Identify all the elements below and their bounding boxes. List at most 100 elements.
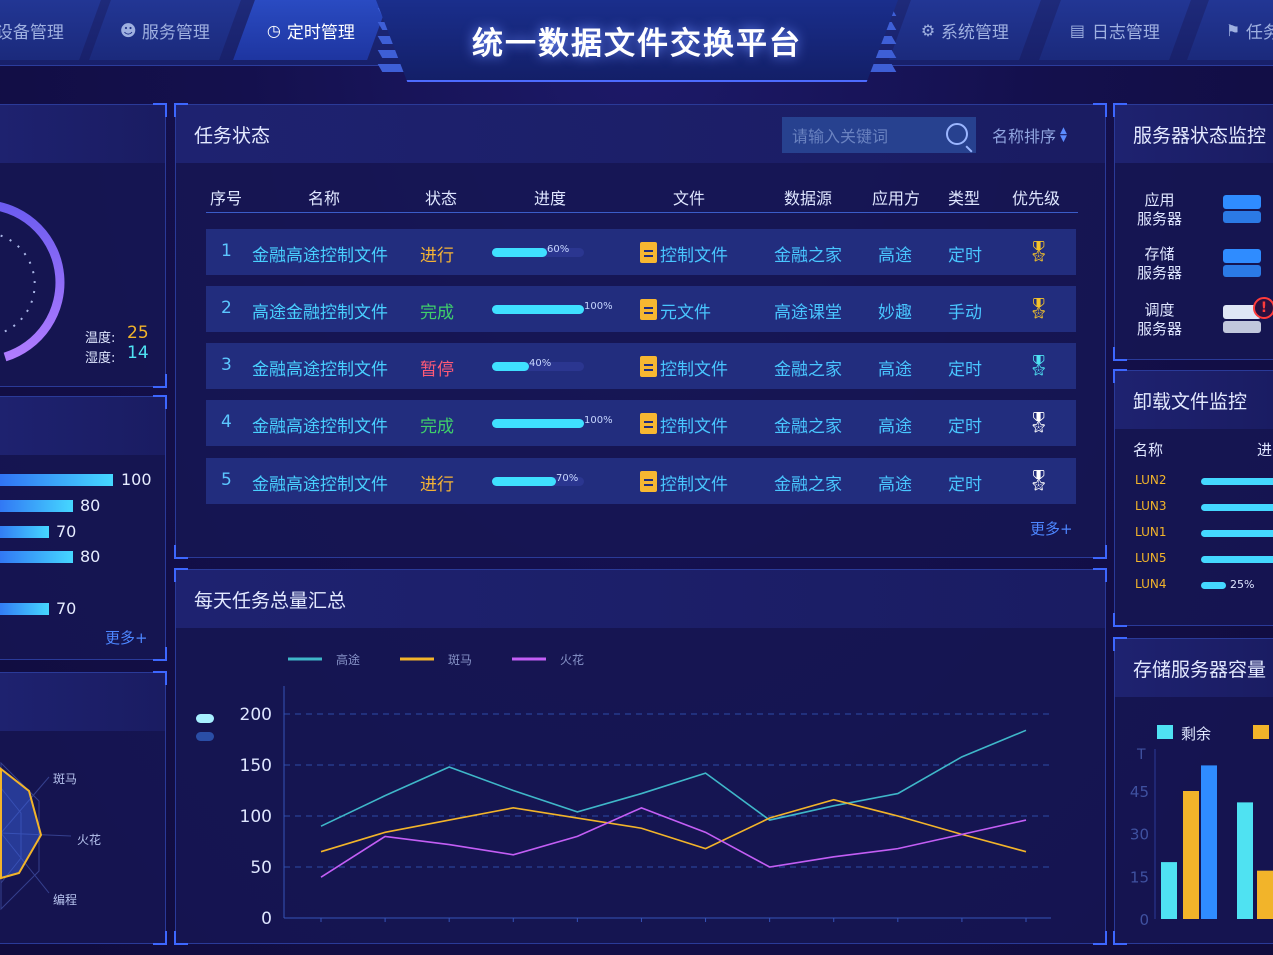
tab-service-label: 服务管理 bbox=[142, 22, 211, 43]
sort-label: 名称排序 bbox=[992, 127, 1057, 146]
legend-label-1[interactable]: 斑马 bbox=[448, 653, 472, 667]
col-app: 应用方 bbox=[872, 189, 921, 208]
search-icon[interactable] bbox=[946, 123, 968, 145]
lun-name: LUN5 bbox=[1135, 551, 1167, 565]
row-source: 金融之家 bbox=[774, 417, 842, 437]
row-app: 高途 bbox=[878, 475, 912, 495]
lun-name: LUN4 bbox=[1135, 577, 1167, 591]
sort-arrows-icon: ▲ ▼ bbox=[1060, 126, 1067, 144]
task-more-link[interactable]: 更多+ bbox=[1030, 518, 1073, 539]
server-icon[interactable] bbox=[1223, 195, 1261, 225]
sort-by-name-button[interactable]: 名称排序 ▲ ▼ bbox=[992, 123, 1067, 147]
row-name[interactable]: 金融高途控制文件 bbox=[252, 470, 388, 495]
row-app: 高途 bbox=[878, 417, 912, 437]
row-app: 高途 bbox=[878, 360, 912, 380]
legend-label-0[interactable]: 高途 bbox=[336, 652, 360, 667]
unload-monitor-title: 卸载文件监控 bbox=[1133, 390, 1248, 413]
storage-capacity-title: 存储服务器容量 bbox=[1133, 658, 1267, 681]
daily-total-title: 每天任务总量汇总 bbox=[194, 589, 347, 612]
row-type: 定时 bbox=[948, 475, 982, 495]
row-app: 高途 bbox=[878, 246, 912, 266]
tab-schedule[interactable]: ◷ 定时管理 bbox=[233, 0, 389, 60]
hbar-4-value: 80 bbox=[80, 547, 101, 566]
legend-used-swatch bbox=[1253, 725, 1269, 739]
row-status: 暂停 bbox=[420, 360, 454, 380]
task-status-title: 任务状态 bbox=[194, 124, 271, 147]
alert-icon: ! bbox=[1253, 297, 1273, 319]
table-row[interactable]: 5 金融高途控制文件 进行 70% 控制文件 金融之家 高途 定时 🎖 bbox=[206, 458, 1076, 504]
search-placeholder: 请输入关键词 bbox=[792, 127, 889, 146]
tab-log-label: 日志管理 bbox=[1091, 22, 1160, 43]
row-progress-bar bbox=[492, 305, 584, 314]
row-name[interactable]: 金融高途控制文件 bbox=[252, 241, 388, 266]
row-index: 1 bbox=[221, 241, 232, 261]
storage-bar bbox=[1161, 862, 1177, 919]
priority-medal-icon: 🎖 bbox=[1026, 239, 1052, 263]
table-row[interactable]: 2 高途金融控制文件 完成 100% 元文件 高途课堂 妙趣 手动 🎖 bbox=[206, 286, 1076, 332]
radar-panel-header bbox=[0, 673, 165, 731]
legend-label-2[interactable]: 火花 bbox=[560, 652, 584, 667]
row-name[interactable]: 金融高途控制文件 bbox=[252, 412, 388, 437]
server-status-panel: 服务器状态监控 应用 服务器 存储 服务器 调度 服务器! bbox=[1113, 103, 1273, 361]
file-icon bbox=[640, 471, 657, 492]
row-index: 4 bbox=[221, 412, 232, 432]
server-icon[interactable] bbox=[1223, 249, 1261, 279]
storage-bar bbox=[1183, 791, 1199, 919]
row-progress-label: 40% bbox=[529, 358, 552, 369]
col-name: 名称 bbox=[308, 189, 341, 208]
tab-system[interactable]: ⚙ 系统管理 bbox=[889, 0, 1041, 60]
y-tick-label: 15 bbox=[1130, 868, 1149, 886]
search-input[interactable]: 请输入关键词 bbox=[782, 117, 976, 153]
unload-monitor-header: 卸载文件监控 bbox=[1115, 371, 1273, 429]
lun-progress-bar bbox=[1201, 478, 1273, 485]
row-progress-label: 70% bbox=[556, 473, 579, 484]
row-name[interactable]: 高途金融控制文件 bbox=[252, 298, 388, 323]
table-row[interactable]: 1 金融高途控制文件 进行 60% 控制文件 金融之家 高途 定时 🎖 bbox=[206, 229, 1076, 275]
storage-capacity-header: 存储服务器容量 bbox=[1115, 639, 1273, 697]
task-table-header: 序号 名称 状态 进度 文件 数据源 应用方 类型 优先级 bbox=[206, 181, 1078, 213]
y-tick-label: 100 bbox=[240, 807, 272, 827]
hbar-2-value: 80 bbox=[80, 496, 101, 515]
row-file[interactable]: 控制文件 bbox=[660, 412, 728, 437]
row-name[interactable]: 金融高途控制文件 bbox=[252, 355, 388, 380]
server-status-header: 服务器状态监控 bbox=[1115, 105, 1273, 163]
lun-name: LUN3 bbox=[1135, 499, 1167, 513]
row-file[interactable]: 控制文件 bbox=[660, 470, 728, 495]
hbar-1 bbox=[0, 474, 113, 486]
left-bars-more-link[interactable]: 更多+ bbox=[105, 627, 148, 648]
hbar-3-value: 70 bbox=[56, 522, 77, 541]
lun-progress-bar bbox=[1201, 530, 1273, 537]
priority-medal-icon: 🎖 bbox=[1026, 468, 1052, 492]
col-index: 序号 bbox=[210, 189, 243, 208]
lun-progress-bar bbox=[1201, 504, 1273, 511]
task-status-panel: 任务状态 请输入关键词 名称排序 ▲ ▼ 序号 名称 状态 进度 文件 数据源 应… bbox=[174, 103, 1107, 559]
gear-icon: ⚙ bbox=[920, 20, 936, 40]
tab-log[interactable]: ▤ 日志管理 bbox=[1039, 0, 1191, 60]
row-type: 手动 bbox=[948, 303, 982, 323]
server-label: 调度 服务器 bbox=[1137, 301, 1183, 338]
y-tick-label: 45 bbox=[1130, 783, 1149, 801]
table-row[interactable]: 4 金融高途控制文件 完成 100% 控制文件 金融之家 高途 定时 🎖 bbox=[206, 400, 1076, 446]
tab-device-label: 设备管理 bbox=[0, 22, 64, 43]
gauge bbox=[0, 202, 65, 362]
y-tick-label: 0 bbox=[261, 909, 272, 929]
row-file[interactable]: 控制文件 bbox=[660, 241, 728, 266]
y-tick-label: 200 bbox=[240, 705, 272, 725]
unload-monitor-panel: 卸载文件监控 名称 进 LUN2 LUN3 LUN1 LUN5 LUN4 25% bbox=[1113, 369, 1273, 627]
priority-medal-icon: 🎖 bbox=[1026, 296, 1052, 320]
row-index: 5 bbox=[221, 470, 232, 490]
y-tick-label: 150 bbox=[240, 756, 272, 776]
y-tick-label: 0 bbox=[1139, 911, 1149, 929]
table-row[interactable]: 3 金融高途控制文件 暂停 40% 控制文件 金融之家 高途 定时 🎖 bbox=[206, 343, 1076, 389]
file-icon bbox=[640, 299, 657, 320]
row-file[interactable]: 控制文件 bbox=[660, 355, 728, 380]
row-file[interactable]: 元文件 bbox=[660, 298, 711, 323]
tab-device[interactable]: 设备管理 bbox=[0, 0, 101, 60]
tab-service[interactable]: ☻ 服务管理 bbox=[89, 0, 241, 60]
row-progress-label: 60% bbox=[547, 244, 570, 255]
row-progress-bar bbox=[492, 248, 584, 257]
row-progress-bar bbox=[492, 419, 584, 428]
server-label: 存储 服务器 bbox=[1137, 245, 1183, 282]
series-line-0 bbox=[320, 729, 1027, 827]
tab-task[interactable]: ⚑ 任务 bbox=[1187, 0, 1273, 60]
